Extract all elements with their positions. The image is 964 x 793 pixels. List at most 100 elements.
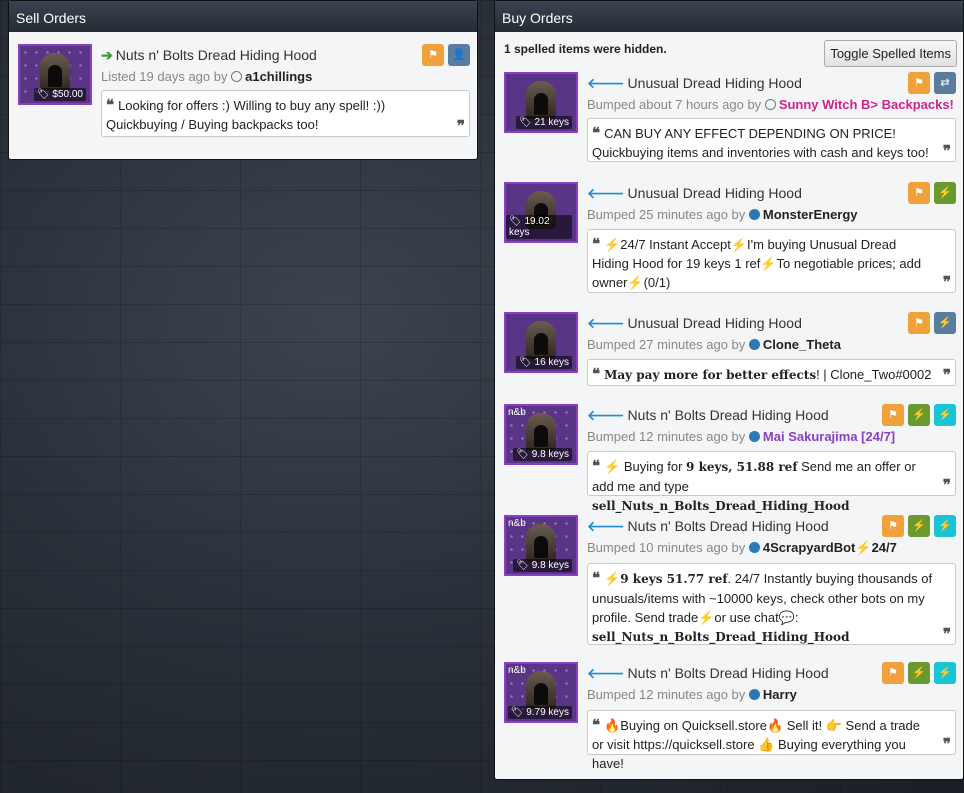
flag-button[interactable]: ⚑ (882, 404, 904, 426)
price-badge: 🏷 21 keys (516, 116, 572, 129)
listing-meta: Bumped 25 minutes ago by MonsterEnergy (587, 207, 858, 222)
status-dot-icon (748, 542, 760, 553)
buy-listing: n&b 🏷 9.8 keys 🡐 Nuts n' Bolts Dread Hidi… (504, 404, 956, 513)
arrow-left-icon: 🡐 (587, 665, 625, 681)
listing-title[interactable]: ➔ Nuts n' Bolts Dread Hiding Hood (101, 47, 317, 64)
listing-title[interactable]: 🡐 Unusual Dread Hiding Hood (587, 185, 802, 202)
user-link[interactable]: Harry (763, 687, 797, 702)
arrow-right-icon: ➔ (101, 47, 113, 63)
item-thumbnail[interactable]: n&b 🏷 9.8 keys (504, 515, 578, 576)
status-dot-icon (764, 99, 776, 110)
price-badge: 🏷 $50.00 (33, 88, 86, 101)
buy-orders-panel: Buy Orders 1 spelled items were hidden. … (494, 0, 964, 780)
item-thumbnail[interactable]: 🏷 19.02 keys (504, 182, 578, 243)
listing-actions: ⚑ ⚡ ⚡ (882, 404, 956, 426)
close-quote-icon: ❞ (456, 117, 465, 135)
status-dot-icon (748, 209, 760, 220)
price-badge: 🏷 9.8 keys (513, 559, 572, 572)
trade-offer-button[interactable]: ⇄ (934, 72, 956, 94)
arrow-left-icon: 🡐 (587, 407, 625, 423)
toggle-spelled-items-button[interactable]: Toggle Spelled Items (824, 40, 957, 67)
item-thumbnail[interactable]: 🏷 16 keys (504, 312, 578, 373)
instant-trade-button[interactable]: ⚡ (908, 404, 930, 426)
listing-title[interactable]: 🡐 Unusual Dread Hiding Hood (587, 315, 802, 332)
bot-trade-button[interactable]: ⚡ (934, 662, 956, 684)
listing-actions: ⚑ ⚡ ⚡ (882, 662, 956, 684)
listing-title[interactable]: 🡐 Unusual Dread Hiding Hood (587, 75, 802, 92)
listing-meta: Bumped 27 minutes ago by Clone_Theta (587, 337, 841, 352)
instant-trade-button[interactable]: ⚡ (908, 515, 930, 537)
buy-listing: 🏷 19.02 keys 🡐 Unusual Dread Hiding Hood … (504, 182, 956, 297)
item-thumbnail[interactable]: 🏷 $50.00 (18, 44, 92, 105)
listing-comment: ❝ CAN BUY ANY EFFECT DEPENDING ON PRICE! … (587, 118, 956, 162)
status-dot-icon (748, 689, 760, 700)
listing-comment: ❝ Looking for offers :) Willing to buy an… (101, 90, 470, 137)
listing-title[interactable]: 🡐 Nuts n' Bolts Dread Hiding Hood (587, 665, 829, 682)
listing-comment: ❝ 🔥Buying on Quicksell.store🔥 Sell it! 👉 … (587, 710, 956, 771)
instant-trade-button[interactable]: ⚡ (934, 312, 956, 334)
flag-button[interactable]: ⚑ (908, 72, 930, 94)
item-tag: n&b (508, 665, 526, 676)
listing-meta: Bumped 12 minutes ago by Mai Sakurajima … (587, 429, 896, 444)
bot-trade-button[interactable]: ⚡ (934, 515, 956, 537)
user-link[interactable]: 4ScrapyardBot⚡24/7 (763, 540, 897, 555)
user-link[interactable]: Sunny Witch B> Backpacks! (779, 97, 954, 112)
price-badge: 🏷 16 keys (516, 356, 572, 369)
buy-listing: n&b 🏷 9.8 keys 🡐 Nuts n' Bolts Dread Hidi… (504, 515, 956, 650)
listing-title[interactable]: 🡐 Nuts n' Bolts Dread Hiding Hood (587, 518, 829, 535)
tag-icon: 🏷 (519, 117, 532, 128)
item-tag: n&b (508, 407, 526, 418)
buy-listing: 🏷 21 keys 🡐 Unusual Dread Hiding Hood Bum… (504, 72, 956, 172)
close-quote-icon: ❞ (942, 476, 951, 494)
listing-actions: ⚑ ⚡ (908, 312, 956, 334)
flag-button[interactable]: ⚑ (422, 44, 444, 66)
flag-button[interactable]: ⚑ (882, 515, 904, 537)
price-badge: 🏷 9.79 keys (507, 706, 572, 719)
close-quote-icon: ❞ (942, 735, 951, 753)
tag-icon: 🏷 (516, 449, 529, 460)
add-friend-button[interactable]: 👤 (448, 44, 470, 66)
flag-button[interactable]: ⚑ (908, 182, 930, 204)
item-thumbnail[interactable]: n&b 🏷 9.8 keys (504, 404, 578, 465)
sell-listing: 🏷 $50.00 ➔ Nuts n' Bolts Dread Hiding Hoo… (18, 44, 470, 144)
tag-icon: 🏷 (519, 357, 532, 368)
bot-trade-button[interactable]: ⚡ (934, 404, 956, 426)
user-link[interactable]: Mai Sakurajima [24/7] (763, 429, 895, 444)
open-quote-icon: ❝ (592, 569, 601, 587)
open-quote-icon: ❝ (592, 716, 601, 734)
buy-orders-header: Buy Orders (495, 1, 963, 32)
tag-icon: 🏷 (516, 560, 529, 571)
tag-icon: 🏷 (509, 216, 522, 227)
user-link[interactable]: MonsterEnergy (763, 207, 858, 222)
arrow-left-icon: 🡐 (587, 185, 625, 201)
status-dot-icon (748, 339, 760, 350)
flag-button[interactable]: ⚑ (908, 312, 930, 334)
tag-icon: 🏷 (510, 707, 524, 718)
hood-icon (40, 53, 70, 91)
user-link[interactable]: Clone_Theta (763, 337, 841, 352)
hidden-items-note: 1 spelled items were hidden. (504, 42, 667, 56)
price-badge: 🏷 9.8 keys (513, 448, 572, 461)
price-badge: 🏷 19.02 keys (506, 215, 572, 239)
instant-trade-button[interactable]: ⚡ (908, 662, 930, 684)
hood-icon (526, 321, 556, 359)
open-quote-icon: ❝ (592, 365, 601, 383)
listing-title[interactable]: 🡐 Nuts n' Bolts Dread Hiding Hood (587, 407, 829, 424)
listing-comment: ❝ ⚡ Buying for 9 keys, 51.88 ref Send me … (587, 451, 956, 513)
user-link[interactable]: a1chillings (245, 69, 312, 84)
listing-actions: ⚑ ⚡ ⚡ (882, 515, 956, 537)
flag-button[interactable]: ⚑ (882, 662, 904, 684)
open-quote-icon: ❝ (592, 124, 601, 142)
sell-orders-panel: Sell Orders 🏷 $50.00 ➔ Nuts n' Bolts Drea… (8, 0, 478, 160)
item-thumbnail[interactable]: n&b 🏷 9.79 keys (504, 662, 578, 723)
open-quote-icon: ❝ (592, 457, 601, 475)
arrow-left-icon: 🡐 (587, 75, 625, 91)
listing-comment: ❝ ⚡9 keys 51.77 ref. 24/7 Instantly buyin… (587, 563, 956, 645)
hood-icon (526, 671, 556, 709)
item-thumbnail[interactable]: 🏷 21 keys (504, 72, 578, 133)
close-quote-icon: ❞ (942, 273, 951, 291)
listing-actions: ⚑ ⇄ (908, 72, 956, 94)
instant-trade-button[interactable]: ⚡ (934, 182, 956, 204)
close-quote-icon: ❞ (942, 625, 951, 643)
buy-toolbar: 1 spelled items were hidden. Toggle Spel… (495, 32, 963, 70)
